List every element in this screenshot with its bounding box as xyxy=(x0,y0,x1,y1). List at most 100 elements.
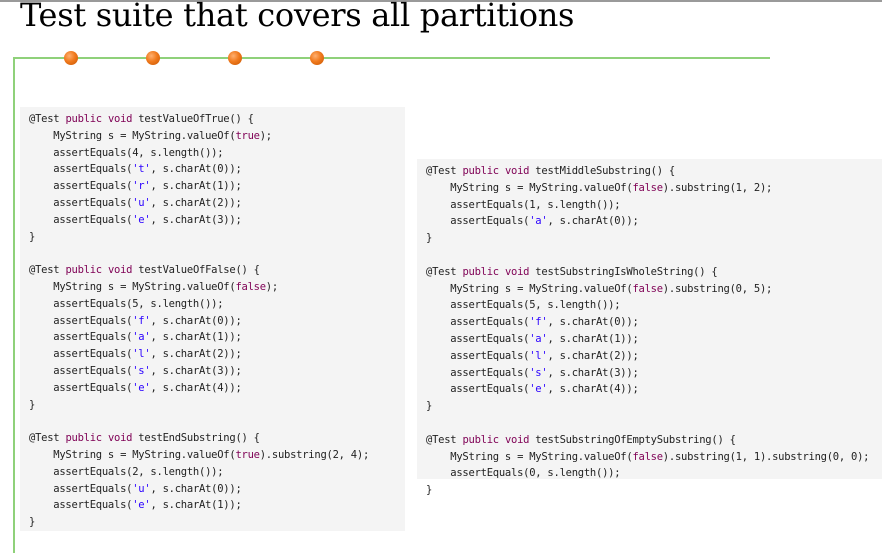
decor-orange-dot xyxy=(228,51,242,65)
code-panel-right: @Test public void testMiddleSubstring() … xyxy=(417,159,882,496)
code-line: assertEquals('s', s.charAt(3)); xyxy=(29,363,405,380)
code-line: assertEquals('e', s.charAt(4)); xyxy=(29,380,405,397)
code-string: 'e' xyxy=(132,499,151,512)
code-string: 'e' xyxy=(132,381,151,394)
code-text: assertEquals(5, s.length()); xyxy=(29,297,224,310)
code-text: assertEquals( xyxy=(426,366,530,379)
code-text: } xyxy=(426,400,433,413)
code-text: ).substring(0, 5); xyxy=(662,282,773,295)
code-text: assertEquals( xyxy=(29,482,133,495)
code-text: ).substring(1, 2); xyxy=(662,181,773,194)
code-string: 'a' xyxy=(132,331,151,344)
code-line: assertEquals('a', s.charAt(1)); xyxy=(426,331,882,348)
code-string: 'r' xyxy=(132,180,151,193)
code-text: assertEquals( xyxy=(426,383,530,396)
decor-orange-dot xyxy=(310,51,324,65)
code-text: , s.charAt(0)); xyxy=(150,163,242,176)
code-line: @Test public void testMiddleSubstring() … xyxy=(426,163,882,180)
code-string: 'a' xyxy=(529,332,548,345)
code-line: @Test public void testEndSubstring() { xyxy=(29,430,405,447)
code-text: , s.charAt(2)); xyxy=(150,348,242,361)
code-line: assertEquals('l', s.charAt(2)); xyxy=(426,348,882,365)
code-text: testMiddleSubstring() { xyxy=(529,165,675,177)
decor-orange-dot xyxy=(64,51,78,65)
code-text: , s.charAt(0)); xyxy=(150,314,242,327)
code-line: assertEquals(2, s.length()); xyxy=(29,464,405,481)
decor-green-horizontal-line xyxy=(13,57,770,59)
code-text: @Test xyxy=(29,113,66,125)
code-text: , s.charAt(3)); xyxy=(150,364,242,377)
code-line: assertEquals('e', s.charAt(4)); xyxy=(426,381,882,398)
code-line: assertEquals('t', s.charAt(0)); xyxy=(29,161,405,178)
code-text: testSubstringOfEmptySubstring() { xyxy=(529,433,736,446)
code-line: } xyxy=(29,514,405,531)
code-text: testSubstringIsWholeString() { xyxy=(529,265,718,278)
code-text: , s.charAt(1)); xyxy=(150,180,242,193)
code-text: @Test xyxy=(426,433,463,446)
code-string: 'l' xyxy=(132,348,151,361)
code-line: assertEquals(1, s.length()); xyxy=(426,197,882,214)
code-text: ).substring(2, 4); xyxy=(259,448,370,461)
code-text: } xyxy=(29,516,36,529)
code-text: assertEquals( xyxy=(29,364,133,377)
code-line: @Test public void testValueOfTrue() { xyxy=(29,111,405,128)
code-line: assertEquals('e', s.charAt(3)); xyxy=(29,212,405,229)
code-text: assertEquals( xyxy=(426,332,530,345)
code-line: assertEquals('f', s.charAt(0)); xyxy=(29,313,405,330)
code-text: } xyxy=(29,230,36,243)
code-keyword: public void xyxy=(462,433,530,446)
code-keyword: true xyxy=(235,129,260,142)
code-keyword: public void xyxy=(462,165,530,177)
code-line: assertEquals(4, s.length()); xyxy=(29,145,405,162)
code-text: assertEquals( xyxy=(29,213,133,226)
code-text: assertEquals(2, s.length()); xyxy=(29,465,224,478)
code-text: assertEquals(4, s.length()); xyxy=(29,146,224,159)
code-text: , s.charAt(0)); xyxy=(547,316,639,329)
code-text: MyString s = MyString.valueOf( xyxy=(29,448,236,461)
code-text: assertEquals( xyxy=(29,196,133,209)
code-text: } xyxy=(29,398,36,411)
code-line: assertEquals('l', s.charAt(2)); xyxy=(29,346,405,363)
code-line: assertEquals('r', s.charAt(1)); xyxy=(29,178,405,195)
code-line: assertEquals('a', s.charAt(0)); xyxy=(426,213,882,230)
code-line: } xyxy=(29,229,405,246)
code-text: ); xyxy=(265,280,278,293)
code-keyword: true xyxy=(235,448,260,461)
code-line: } xyxy=(426,398,882,415)
code-keyword: public void xyxy=(65,432,133,445)
code-string: 'f' xyxy=(132,314,151,327)
code-text: , s.charAt(3)); xyxy=(150,213,242,226)
code-text: @Test xyxy=(426,265,463,278)
code-text: ); xyxy=(259,129,272,142)
code-string: 't' xyxy=(132,163,151,176)
code-text: assertEquals( xyxy=(29,314,133,327)
code-line: assertEquals(0, s.length()); xyxy=(426,465,882,482)
code-text: assertEquals( xyxy=(426,349,530,362)
code-string: 'f' xyxy=(529,316,548,329)
code-text: , s.charAt(1)); xyxy=(150,331,242,344)
code-line: assertEquals('u', s.charAt(2)); xyxy=(29,195,405,212)
code-text: assertEquals( xyxy=(29,180,133,193)
code-text: assertEquals( xyxy=(426,316,530,329)
code-line: MyString s = MyString.valueOf(false).sub… xyxy=(426,281,882,298)
code-text: testEndSubstring() { xyxy=(132,432,260,445)
code-line: assertEquals('e', s.charAt(1)); xyxy=(29,497,405,514)
decor-green-vertical-line xyxy=(13,57,15,553)
code-keyword: false xyxy=(632,282,663,295)
code-text: } xyxy=(426,232,433,245)
code-keyword: public void xyxy=(65,264,133,277)
code-text: testValueOfFalse() { xyxy=(132,264,260,277)
code-text: ).substring(1, 1).substring(0, 0); xyxy=(662,450,870,463)
code-string: 's' xyxy=(529,366,548,379)
code-text: assertEquals( xyxy=(29,499,133,512)
code-line: @Test public void testSubstringOfEmptySu… xyxy=(426,432,882,449)
code-line: assertEquals('f', s.charAt(0)); xyxy=(426,314,882,331)
code-line: assertEquals('s', s.charAt(3)); xyxy=(426,365,882,382)
code-line: MyString s = MyString.valueOf(false).sub… xyxy=(426,180,882,197)
decor-orange-dot xyxy=(146,51,160,65)
code-text: assertEquals( xyxy=(29,331,133,344)
code-text: MyString s = MyString.valueOf( xyxy=(426,181,633,194)
code-text: , s.charAt(2)); xyxy=(547,349,639,362)
code-panel-left: @Test public void testValueOfTrue() { My… xyxy=(20,107,405,531)
code-string: 'l' xyxy=(529,349,548,362)
